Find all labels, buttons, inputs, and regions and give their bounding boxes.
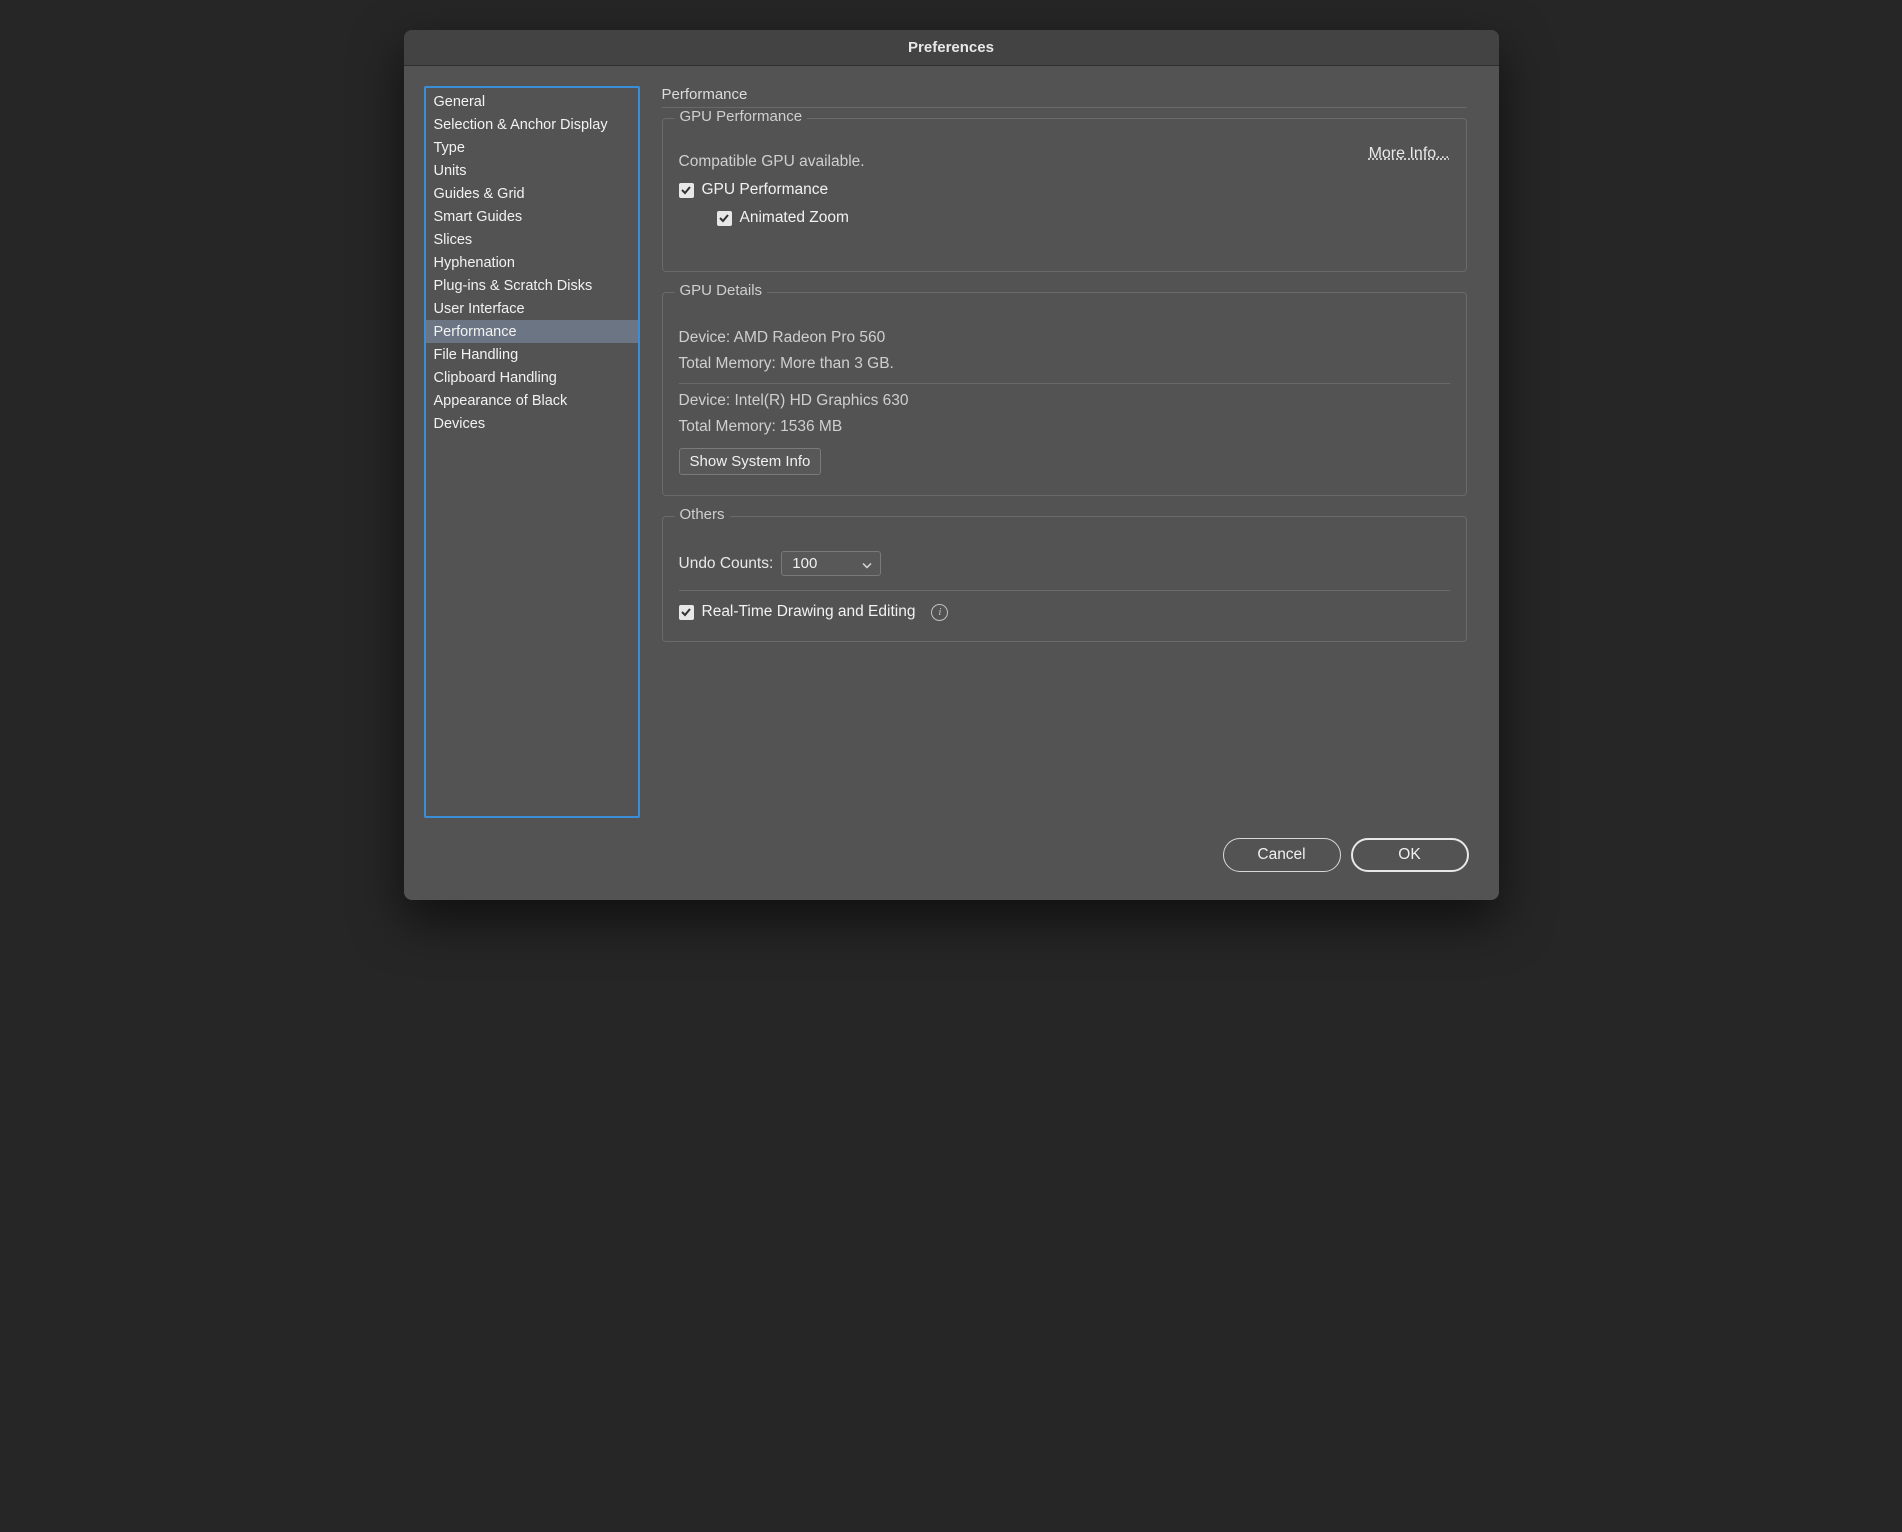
sidebar-item-smart-guides[interactable]: Smart Guides — [426, 205, 638, 228]
gpu-details-section-title: GPU Details — [675, 282, 768, 299]
dialog-footer: Cancel OK — [404, 838, 1499, 900]
show-system-info-button[interactable]: Show System Info — [679, 448, 822, 475]
others-section: Others Undo Counts: 100 Real-Time — [662, 516, 1467, 642]
gpu-availability-status: Compatible GPU available. — [679, 153, 1450, 171]
ok-button[interactable]: OK — [1351, 838, 1469, 872]
sidebar-item-guides-grid[interactable]: Guides & Grid — [426, 182, 638, 205]
gpu-device-2: Device: Intel(R) HD Graphics 630 — [679, 392, 1450, 410]
undo-counts-dropdown[interactable]: 100 — [781, 551, 881, 576]
preferences-dialog: Preferences General Selection & Anchor D… — [404, 30, 1499, 900]
gpu-performance-checkbox[interactable] — [679, 183, 694, 198]
info-icon[interactable]: i — [931, 604, 948, 621]
sidebar-item-devices[interactable]: Devices — [426, 412, 638, 435]
preferences-sidebar: General Selection & Anchor Display Type … — [424, 86, 640, 818]
gpu-device-1: Device: AMD Radeon Pro 560 — [679, 329, 1450, 347]
preferences-content: Performance GPU Performance Compatible G… — [662, 86, 1479, 818]
gpu-details-divider — [679, 383, 1450, 384]
checkmark-icon — [718, 212, 730, 224]
realtime-drawing-label: Real-Time Drawing and Editing — [702, 603, 916, 621]
animated-zoom-checkbox-row: Animated Zoom — [717, 209, 1450, 227]
dialog-body: General Selection & Anchor Display Type … — [404, 66, 1499, 838]
gpu-memory-1: Total Memory: More than 3 GB. — [679, 355, 1450, 373]
gpu-details-section: GPU Details Device: AMD Radeon Pro 560 T… — [662, 292, 1467, 496]
undo-counts-row: Undo Counts: 100 — [679, 551, 1450, 576]
gpu-performance-section: GPU Performance Compatible GPU available… — [662, 118, 1467, 272]
sidebar-item-performance[interactable]: Performance — [426, 320, 638, 343]
sidebar-item-type[interactable]: Type — [426, 136, 638, 159]
chevron-down-icon — [862, 555, 872, 572]
sidebar-item-appearance-black[interactable]: Appearance of Black — [426, 389, 638, 412]
gpu-memory-2: Total Memory: 1536 MB — [679, 418, 1450, 436]
sidebar-item-hyphenation[interactable]: Hyphenation — [426, 251, 638, 274]
gpu-performance-checkbox-row: GPU Performance — [679, 181, 1450, 199]
sidebar-item-general[interactable]: General — [426, 90, 638, 113]
animated-zoom-label: Animated Zoom — [740, 209, 849, 227]
sidebar-item-plugins-scratch[interactable]: Plug-ins & Scratch Disks — [426, 274, 638, 297]
realtime-drawing-checkbox[interactable] — [679, 605, 694, 620]
sidebar-item-selection-anchor[interactable]: Selection & Anchor Display — [426, 113, 638, 136]
more-info-link[interactable]: More Info... — [1369, 145, 1450, 163]
others-divider — [679, 590, 1450, 591]
dialog-title: Preferences — [404, 30, 1499, 66]
sidebar-item-clipboard-handling[interactable]: Clipboard Handling — [426, 366, 638, 389]
undo-counts-label: Undo Counts: — [679, 555, 774, 573]
page-title: Performance — [662, 86, 1467, 108]
gpu-performance-label: GPU Performance — [702, 181, 829, 199]
animated-zoom-checkbox[interactable] — [717, 211, 732, 226]
cancel-button[interactable]: Cancel — [1223, 838, 1341, 872]
sidebar-item-units[interactable]: Units — [426, 159, 638, 182]
sidebar-item-file-handling[interactable]: File Handling — [426, 343, 638, 366]
others-section-title: Others — [675, 506, 730, 523]
realtime-drawing-row: Real-Time Drawing and Editing i — [679, 603, 1450, 621]
sidebar-item-user-interface[interactable]: User Interface — [426, 297, 638, 320]
gpu-performance-section-title: GPU Performance — [675, 108, 808, 125]
sidebar-item-slices[interactable]: Slices — [426, 228, 638, 251]
checkmark-icon — [680, 606, 692, 618]
undo-counts-value: 100 — [792, 555, 817, 572]
checkmark-icon — [680, 184, 692, 196]
